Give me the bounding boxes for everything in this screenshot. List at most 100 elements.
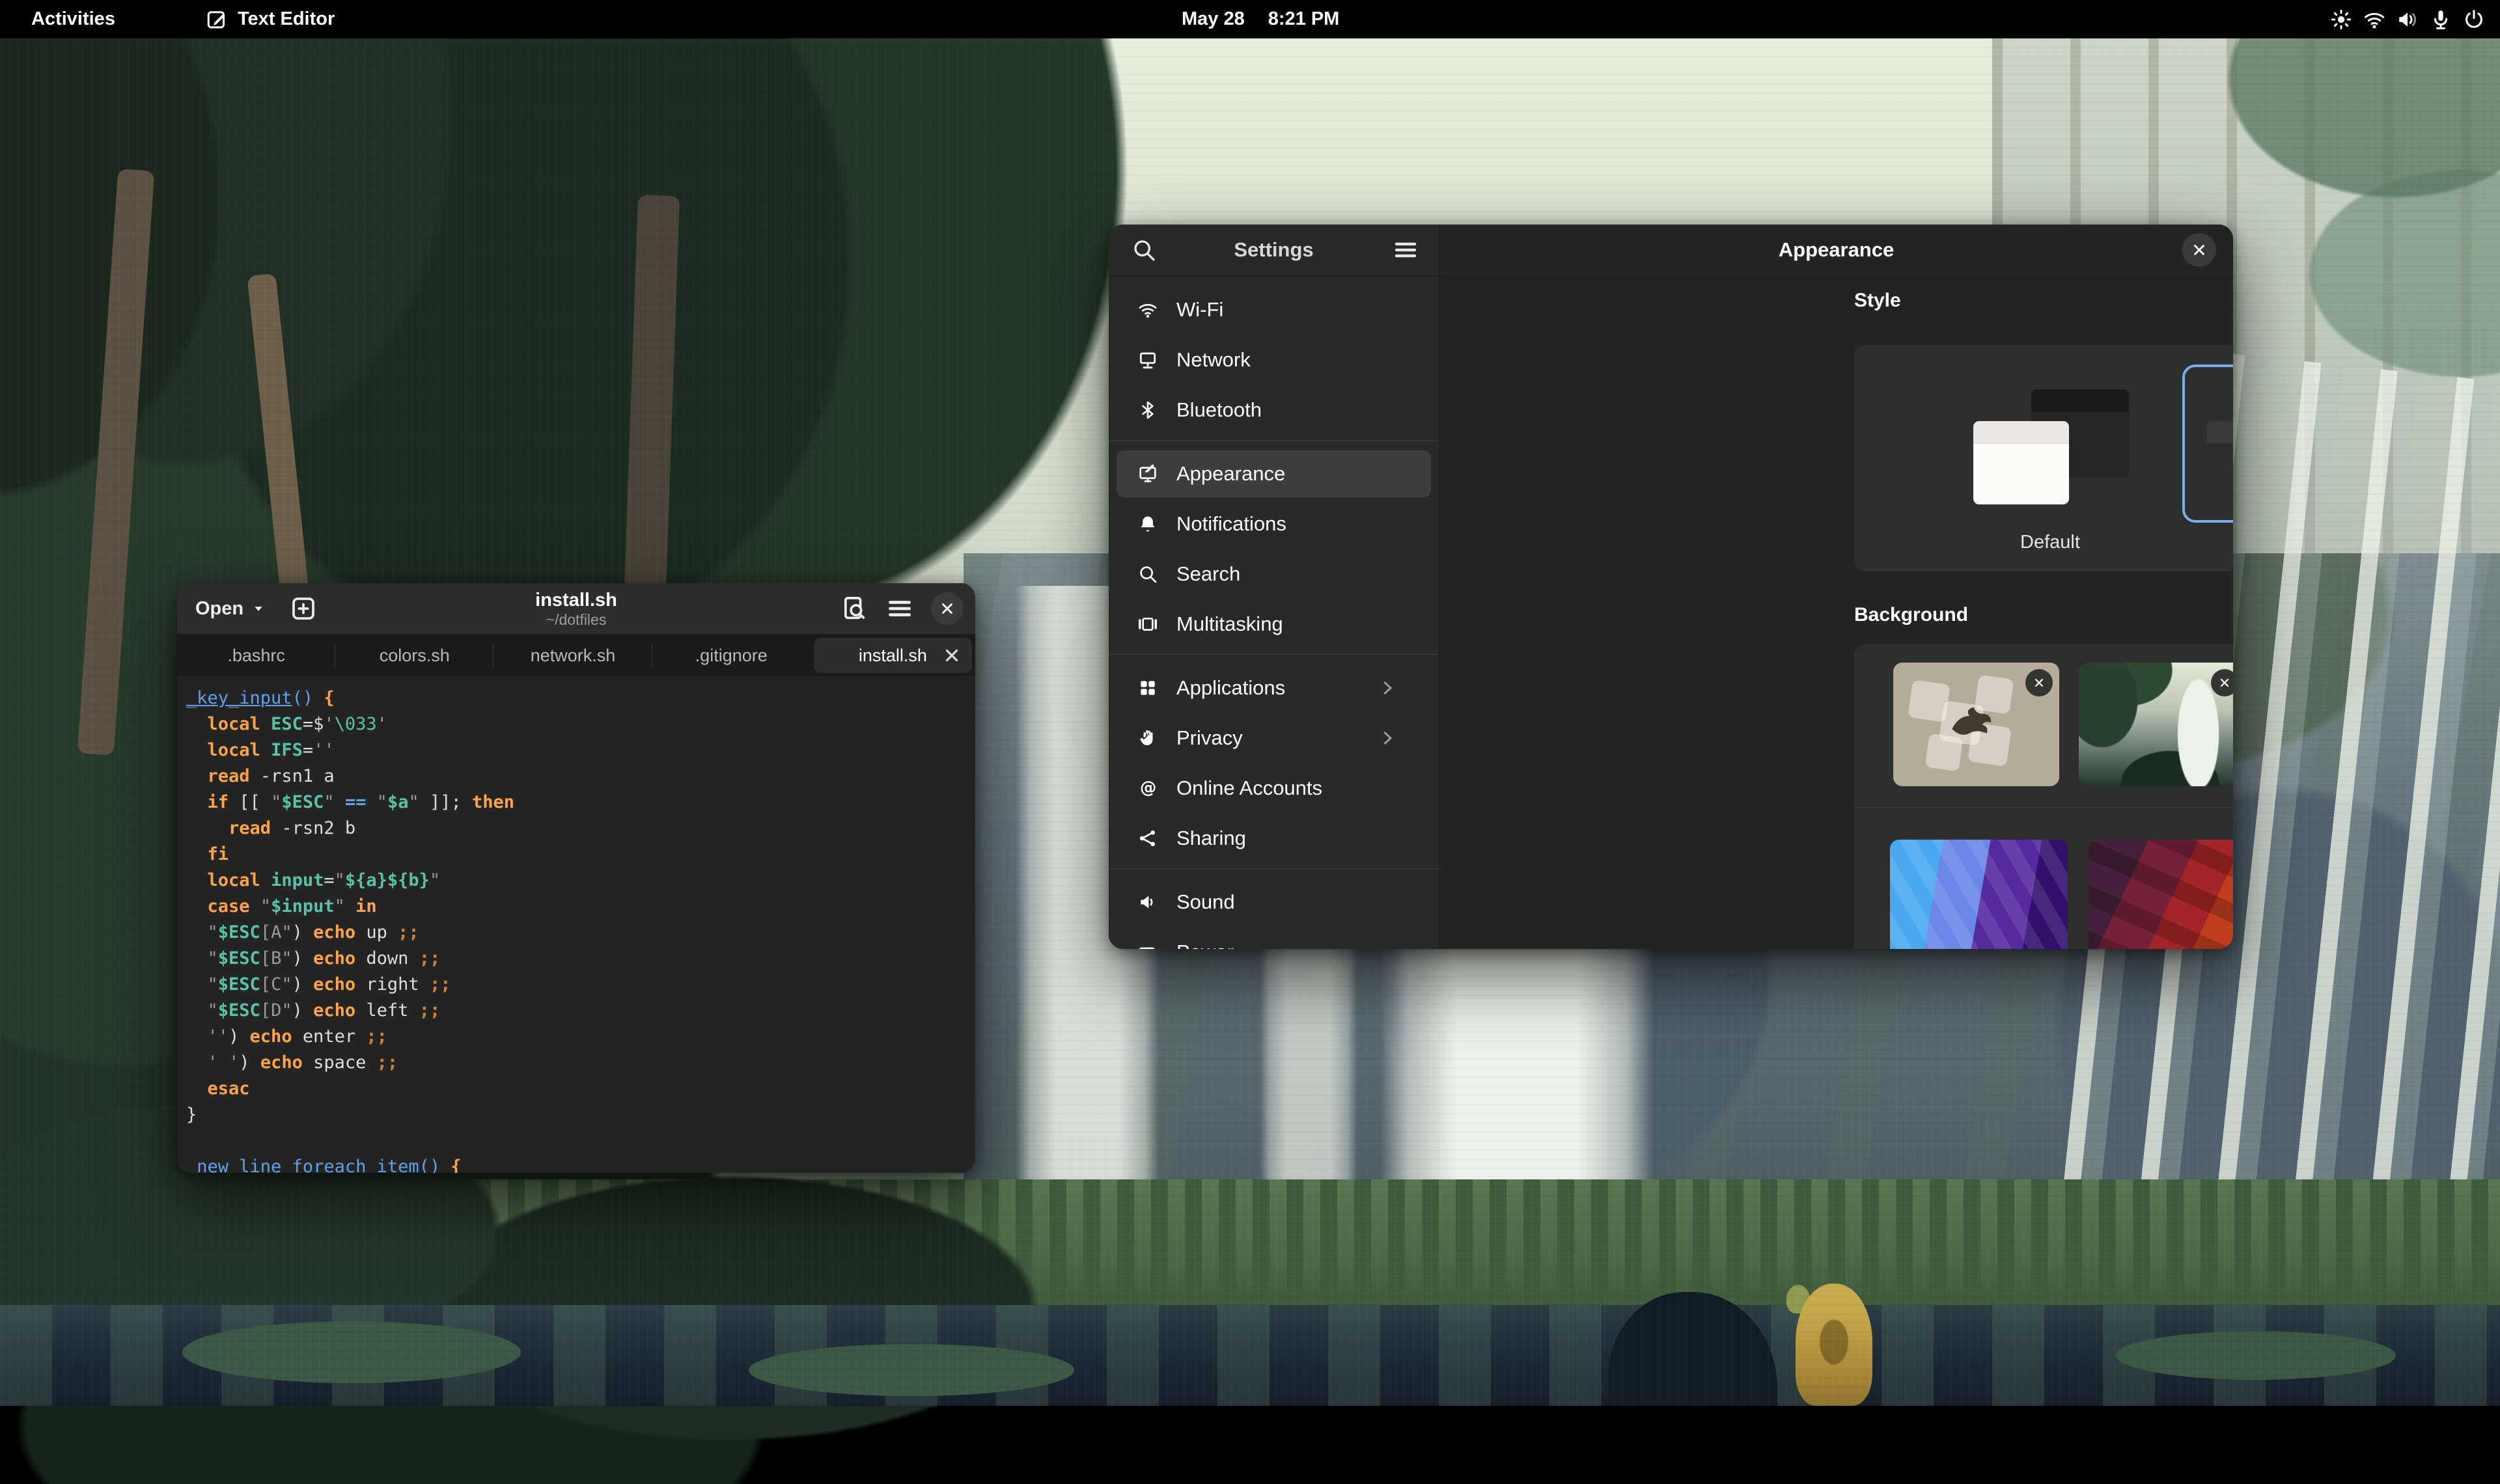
close-icon (2191, 241, 2208, 258)
editor-close-button[interactable] (931, 592, 964, 625)
date-label: May 28 (1182, 8, 1245, 30)
clock-menu[interactable]: May 28 8:21 PM (1182, 8, 1339, 30)
blue-purple-geometric-wallpaper[interactable] (1890, 840, 2068, 949)
editor-tab-install-sh[interactable]: install.sh (814, 638, 972, 673)
sidebar-item-wi-fi[interactable]: Wi-Fi (1117, 286, 1431, 333)
hamburger-menu-icon[interactable] (885, 594, 914, 623)
background-picker-card (1854, 644, 2233, 949)
style-option-dark[interactable]: Dark (2188, 370, 2233, 553)
code-line: local IFS='' (186, 737, 975, 763)
preview-front-window (1973, 421, 2069, 504)
code-line: "$ESC[A") echo up ;; (186, 920, 975, 946)
open-document-button[interactable]: Open (195, 598, 267, 620)
beige-dragon-wallpaper[interactable] (1893, 663, 2059, 786)
dark-red-waves-wallpaper[interactable] (2089, 840, 2233, 949)
code-line: case "$input" in (186, 894, 975, 920)
microphone-icon[interactable] (2429, 8, 2452, 31)
sidebar-item-sound[interactable]: Sound (1117, 879, 1431, 926)
tab-close-icon[interactable] (942, 646, 962, 665)
sidebar-item-online-accounts[interactable]: @ Online Accounts (1117, 765, 1431, 812)
system-status-area[interactable] (2329, 8, 2486, 31)
open-button-label: Open (195, 598, 243, 620)
style-preview-dark[interactable] (2188, 370, 2233, 517)
code-line: '') echo enter ;; (186, 1024, 975, 1050)
settings-sidebar: Settings Wi-FiNetworkBluetoothAppearance… (1109, 225, 1439, 949)
editor-header-actions (840, 592, 964, 625)
text-editor-app-icon (205, 8, 229, 31)
sidebar-item-label: Power (1176, 941, 1234, 949)
document-preview-icon[interactable] (840, 594, 868, 623)
focused-app-menu[interactable]: Text Editor (205, 8, 335, 31)
sidebar-item-bluetooth[interactable]: Bluetooth (1117, 387, 1431, 433)
sidebar-divider (1109, 868, 1439, 869)
hamburger-menu-icon[interactable] (1392, 236, 1419, 264)
sidebar-item-notifications[interactable]: Notifications (1117, 501, 1431, 547)
code-line: esac (186, 1076, 975, 1102)
apps-grid-icon (1137, 678, 1158, 698)
style-option-default[interactable]: Default (1954, 370, 2146, 553)
dragon-logo (1940, 696, 1999, 749)
sidebar-item-sharing[interactable]: Sharing (1117, 815, 1431, 862)
code-line (186, 1128, 975, 1154)
sidebar-item-label: Sound (1176, 890, 1235, 914)
sidebar-item-label: Notifications (1176, 512, 1286, 536)
editor-headerbar: Open install.sh ~/dotfiles (177, 583, 975, 635)
editor-tab-gitignore[interactable]: .gitignore (652, 635, 811, 676)
code-line: "$ESC[C") echo right ;; (186, 972, 975, 998)
sidebar-divider (1109, 654, 1439, 655)
editor-tab-colors-sh[interactable]: colors.sh (335, 635, 493, 676)
preview-front-window (2206, 421, 2233, 504)
network-icon (1137, 350, 1158, 370)
background-section-title: Background (1854, 604, 1968, 626)
sidebar-item-appearance[interactable]: Appearance (1117, 450, 1431, 497)
sidebar-item-label: Network (1176, 348, 1251, 372)
sidebar-item-multitasking[interactable]: Multitasking (1117, 601, 1431, 648)
settings-window: Settings Wi-FiNetworkBluetoothAppearance… (1109, 225, 2233, 949)
sidebar-item-search[interactable]: Search (1117, 551, 1431, 598)
code-line: if [[ "$ESC" == "$a" ]]; then (186, 790, 975, 816)
close-icon (939, 600, 956, 617)
panel-title: Appearance (1779, 238, 1894, 262)
new-tab-button[interactable] (289, 594, 318, 623)
tab-label: install.sh (859, 646, 927, 666)
code-line: local ESC=$'\033' (186, 711, 975, 737)
sidebar-item-network[interactable]: Network (1117, 337, 1431, 383)
svg-text:@: @ (1140, 778, 1156, 797)
sidebar-item-label: Bluetooth (1176, 398, 1262, 422)
background-section-header: Background Add Picture… (1854, 599, 2233, 631)
share-icon (1137, 828, 1158, 849)
sidebar-item-privacy[interactable]: Privacy (1117, 715, 1431, 762)
remove-wallpaper-button[interactable] (2025, 669, 2053, 696)
sidebar-item-label: Wi-Fi (1176, 298, 1223, 322)
hand-icon (1137, 728, 1158, 749)
sidebar-item-label: Appearance (1176, 462, 1285, 486)
chevron-right-icon (1378, 728, 1397, 748)
volume-icon[interactable] (2396, 8, 2419, 31)
sidebar-item-label: Applications (1176, 676, 1285, 700)
code-line: } (186, 1102, 975, 1128)
bell-icon (1137, 514, 1158, 534)
remove-wallpaper-button[interactable] (2211, 669, 2233, 696)
top-bar: Activities Text Editor May 28 8:21 PM (0, 0, 2500, 38)
sidebar-item-label: Online Accounts (1176, 776, 1322, 800)
editor-tab-bar: .bashrccolors.shnetwork.sh.gitignore inst… (177, 635, 975, 676)
style-preview-default[interactable] (1954, 370, 2146, 517)
search-icon[interactable] (1131, 237, 1157, 263)
brightness-icon[interactable] (2329, 8, 2353, 31)
battery-icon (1137, 942, 1158, 949)
code-line: fi (186, 842, 975, 868)
forest-waterfall-wallpaper[interactable] (2079, 663, 2233, 786)
activities-button[interactable]: Activities (20, 8, 127, 30)
wifi-icon[interactable] (2363, 8, 2386, 31)
background-card-divider (1854, 807, 2233, 808)
search-icon (1137, 564, 1158, 584)
power-icon[interactable] (2462, 8, 2486, 31)
sidebar-item-applications[interactable]: Applications (1117, 665, 1431, 711)
settings-close-button[interactable] (2182, 233, 2216, 267)
code-editor-area[interactable]: _key_input() { local ESC=$'\033' local I… (177, 676, 975, 1173)
editor-tab-network-sh[interactable]: network.sh (493, 635, 652, 676)
style-selector-card: Default Dark (1854, 345, 2233, 571)
code-line: "$ESC[D") echo left ;; (186, 998, 975, 1024)
sidebar-item-power[interactable]: Power (1117, 929, 1431, 949)
editor-tab-bashrc[interactable]: .bashrc (177, 635, 335, 676)
